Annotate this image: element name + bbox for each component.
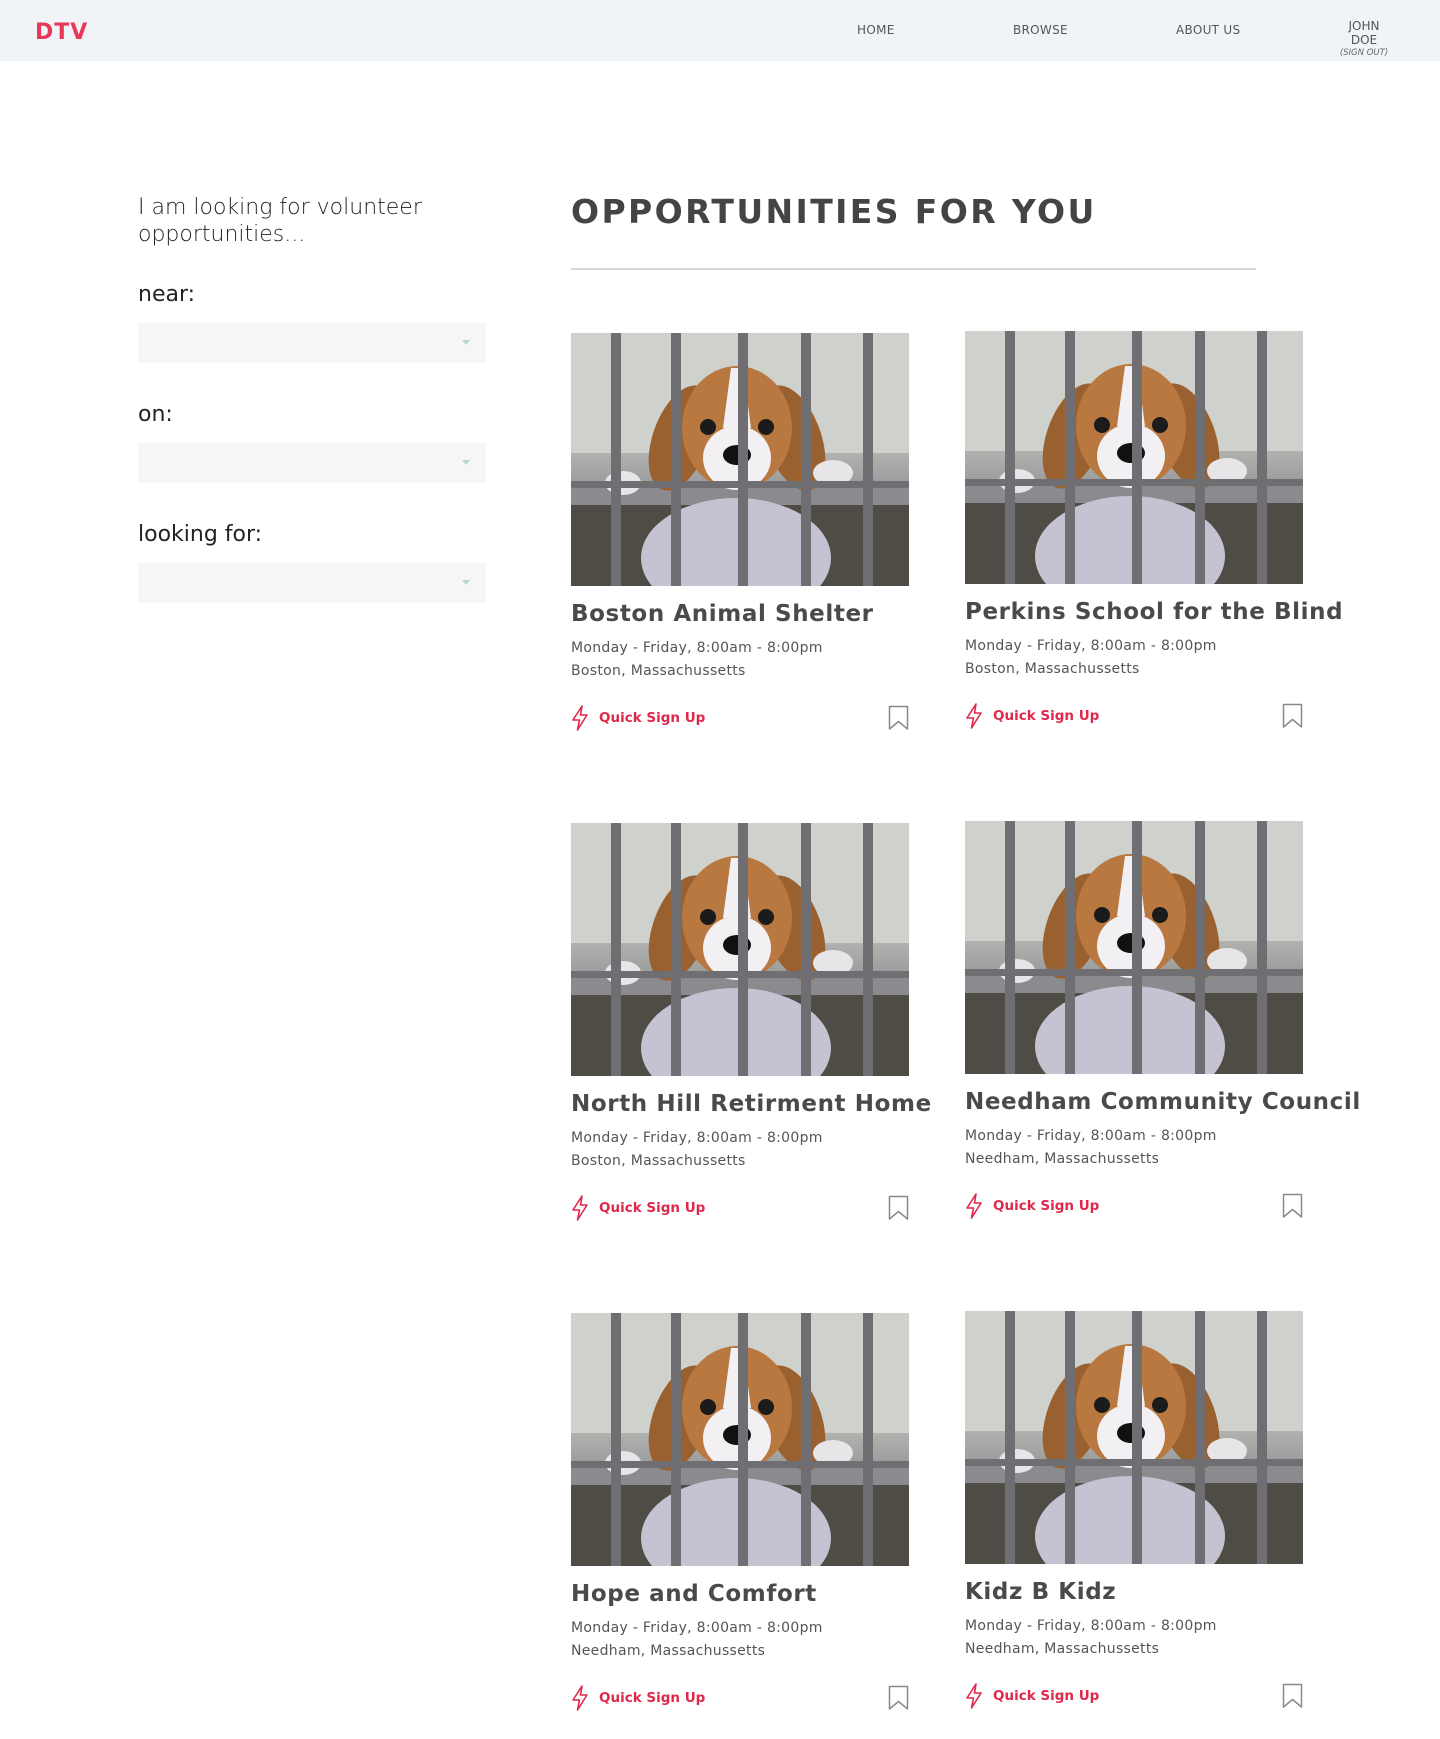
filter-intro-text: I am looking for volunteer opportunities… xyxy=(138,195,422,247)
card-actions: Quick Sign Up xyxy=(965,1191,1303,1223)
quick-sign-up-button[interactable]: Quick Sign Up xyxy=(571,1685,705,1711)
puppy-in-kennel-image xyxy=(571,1313,909,1566)
puppy-in-kennel-image xyxy=(571,333,909,586)
opportunity-photo[interactable] xyxy=(571,823,909,1076)
quick-sign-up-label: Quick Sign Up xyxy=(599,1690,706,1706)
opportunity-schedule: Monday - Friday, 8:00am - 8:00pm xyxy=(571,640,823,656)
looking-for-select[interactable] xyxy=(138,563,486,603)
opportunity-photo[interactable] xyxy=(965,1311,1303,1564)
quick-sign-up-label: Quick Sign Up xyxy=(599,1200,706,1216)
opportunity-location: Needham, Massachussetts xyxy=(571,1643,766,1659)
card-actions: Quick Sign Up xyxy=(571,703,909,735)
lightning-bolt-icon xyxy=(572,1685,588,1711)
opportunity-title[interactable]: North Hill Retirment Home xyxy=(571,1091,931,1117)
quick-sign-up-button[interactable]: Quick Sign Up xyxy=(965,1683,1099,1709)
puppy-in-kennel-image xyxy=(571,823,909,1076)
opportunity-card: Boston Animal Shelter Monday - Friday, 8… xyxy=(571,333,909,735)
lightning-bolt-icon xyxy=(966,1193,982,1219)
opportunity-title[interactable]: Perkins School for the Blind xyxy=(965,599,1343,625)
card-actions: Quick Sign Up xyxy=(571,1193,909,1225)
title-divider xyxy=(571,268,1256,270)
lightning-bolt-icon xyxy=(966,703,982,729)
bookmark-icon[interactable] xyxy=(1282,1683,1303,1709)
user-menu: JOHN DOE (SIGN OUT) xyxy=(1334,19,1394,58)
nav-browse-link[interactable]: BROWSE xyxy=(1013,23,1068,37)
bookmark-icon[interactable] xyxy=(888,1195,909,1221)
quick-sign-up-button[interactable]: Quick Sign Up xyxy=(965,703,1099,729)
opportunity-card: North Hill Retirment Home Monday - Frida… xyxy=(571,823,931,1225)
opportunity-card: Needham Community Council Monday - Frida… xyxy=(965,821,1360,1223)
opportunity-card: Hope and Comfort Monday - Friday, 8:00am… xyxy=(571,1313,909,1715)
card-actions: Quick Sign Up xyxy=(965,1681,1303,1713)
quick-sign-up-label: Quick Sign Up xyxy=(993,1688,1100,1704)
opportunity-photo[interactable] xyxy=(571,1313,909,1566)
on-filter-label: on: xyxy=(138,402,173,427)
bookmark-icon[interactable] xyxy=(888,705,909,731)
card-actions: Quick Sign Up xyxy=(571,1683,909,1715)
bookmark-icon[interactable] xyxy=(1282,1193,1303,1219)
opportunity-location: Boston, Massachussetts xyxy=(965,661,1140,677)
opportunity-schedule: Monday - Friday, 8:00am - 8:00pm xyxy=(965,638,1217,654)
quick-sign-up-button[interactable]: Quick Sign Up xyxy=(571,705,705,731)
on-select[interactable] xyxy=(138,443,486,483)
opportunity-schedule: Monday - Friday, 8:00am - 8:00pm xyxy=(571,1130,823,1146)
quick-sign-up-label: Quick Sign Up xyxy=(993,708,1100,724)
bookmark-icon[interactable] xyxy=(888,1685,909,1711)
caret-down-icon xyxy=(462,460,470,465)
opportunity-title[interactable]: Needham Community Council xyxy=(965,1089,1360,1115)
opportunity-title[interactable]: Boston Animal Shelter xyxy=(571,601,909,627)
user-name[interactable]: JOHN DOE xyxy=(1334,19,1394,47)
sign-out-link[interactable]: (SIGN OUT) xyxy=(1334,48,1394,58)
opportunity-card: Perkins School for the Blind Monday - Fr… xyxy=(965,331,1343,733)
lightning-bolt-icon xyxy=(572,705,588,731)
quick-sign-up-label: Quick Sign Up xyxy=(993,1198,1100,1214)
caret-down-icon xyxy=(462,580,470,585)
lightning-bolt-icon xyxy=(966,1683,982,1709)
logo[interactable]: DTV xyxy=(35,20,88,45)
nav-home-link[interactable]: HOME xyxy=(857,23,895,37)
opportunity-card: Kidz B Kidz Monday - Friday, 8:00am - 8:… xyxy=(965,1311,1303,1713)
opportunity-location: Needham, Massachussetts xyxy=(965,1151,1160,1167)
page-title: OPPORTUNITIES FOR YOU xyxy=(571,192,1097,231)
opportunity-location: Needham, Massachussetts xyxy=(965,1641,1160,1657)
opportunity-schedule: Monday - Friday, 8:00am - 8:00pm xyxy=(571,1620,823,1636)
opportunity-photo[interactable] xyxy=(965,331,1303,584)
near-select[interactable] xyxy=(138,323,486,363)
caret-down-icon xyxy=(462,340,470,345)
quick-sign-up-label: Quick Sign Up xyxy=(599,710,706,726)
opportunity-title[interactable]: Kidz B Kidz xyxy=(965,1579,1303,1605)
puppy-in-kennel-image xyxy=(965,821,1303,1074)
card-actions: Quick Sign Up xyxy=(965,701,1303,733)
puppy-in-kennel-image xyxy=(965,331,1303,584)
opportunity-title[interactable]: Hope and Comfort xyxy=(571,1581,909,1607)
opportunity-location: Boston, Massachussetts xyxy=(571,663,746,679)
lightning-bolt-icon xyxy=(572,1195,588,1221)
opportunity-location: Boston, Massachussetts xyxy=(571,1153,746,1169)
opportunity-photo[interactable] xyxy=(965,821,1303,1074)
quick-sign-up-button[interactable]: Quick Sign Up xyxy=(965,1193,1099,1219)
looking-for-filter-label: looking for: xyxy=(138,522,263,547)
near-filter-label: near: xyxy=(138,282,196,307)
opportunity-schedule: Monday - Friday, 8:00am - 8:00pm xyxy=(965,1618,1217,1634)
nav-about-us-link[interactable]: ABOUT US xyxy=(1176,23,1240,37)
opportunity-photo[interactable] xyxy=(571,333,909,586)
bookmark-icon[interactable] xyxy=(1282,703,1303,729)
opportunity-schedule: Monday - Friday, 8:00am - 8:00pm xyxy=(965,1128,1217,1144)
top-nav-bar: DTV HOME BROWSE ABOUT US JOHN DOE (SIGN … xyxy=(0,0,1440,61)
puppy-in-kennel-image xyxy=(965,1311,1303,1564)
quick-sign-up-button[interactable]: Quick Sign Up xyxy=(571,1195,705,1221)
